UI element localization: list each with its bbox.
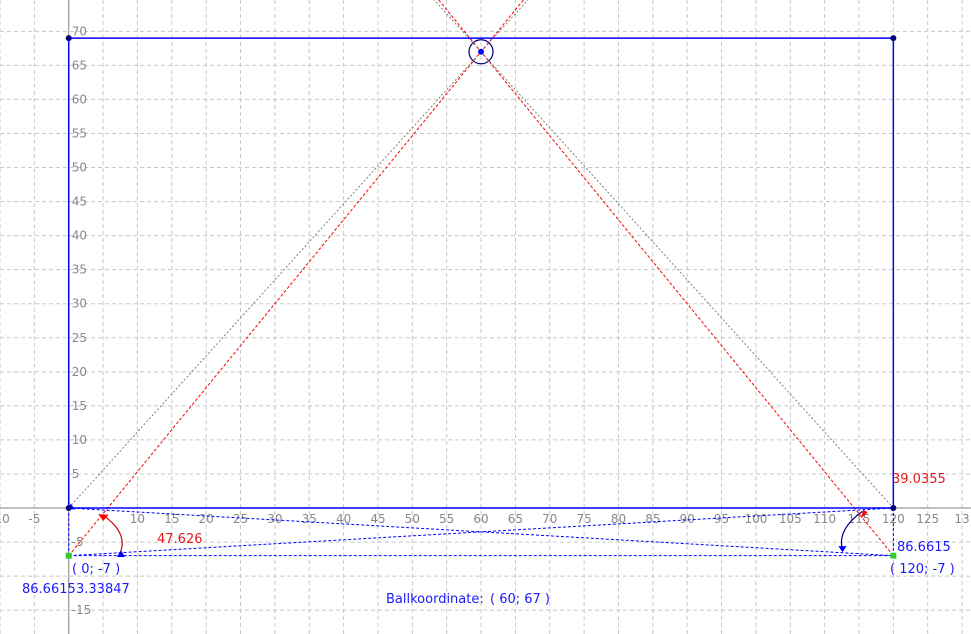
x-tick-label: 85 [645, 512, 660, 526]
angle-right-label: 39.0355 [892, 472, 946, 487]
y-tick-label: -5 [72, 535, 84, 549]
x-tick-label: 60 [473, 512, 488, 526]
y-tick-label: 55 [72, 126, 87, 140]
x-tick-label: 75 [576, 512, 591, 526]
x-tick-label: 125 [916, 512, 939, 526]
x-tick-label: 65 [508, 512, 523, 526]
y-tick-label: 25 [72, 331, 87, 345]
y-tick-label: 45 [72, 195, 87, 209]
y-tick-label: 40 [72, 229, 87, 243]
angle-left-label: 47.626 [157, 532, 203, 547]
x-tick-label: 10 [130, 512, 145, 526]
value-right-label: 86.6615 [897, 540, 951, 555]
coord-right-label: ( 120; -7 ) [890, 562, 955, 577]
y-tick-label: 70 [72, 24, 87, 38]
y-tick-label: 30 [72, 297, 87, 311]
x-tick-label: 90 [680, 512, 695, 526]
angle-arrow-right-blue [838, 546, 847, 553]
y-tick-label: 60 [72, 92, 87, 106]
angle-arc-left [104, 515, 123, 558]
ball-center [478, 48, 485, 55]
axes [0, 0, 971, 634]
point-bottom-left [65, 552, 72, 559]
grid [0, 0, 971, 634]
x-tick-label: 110 [813, 512, 836, 526]
x-tick-label: 20 [199, 512, 214, 526]
point-origin [65, 505, 72, 512]
point-top-right [890, 35, 897, 42]
point-bottom-right [890, 552, 897, 559]
x-tick-label: -5 [28, 512, 40, 526]
x-tick-label: 30 [267, 512, 282, 526]
gray-dashed-line [68, 0, 529, 509]
x-tick-label: 25 [233, 512, 248, 526]
point-top-left [65, 35, 72, 42]
x-tick-label: 70 [542, 512, 557, 526]
y-tick-label: 35 [72, 263, 87, 277]
value-left-label: 86.6615 [22, 582, 76, 597]
x-tick-label: 100 [744, 512, 767, 526]
x-tick-label: 13 [954, 512, 969, 526]
y-tick-label: 10 [72, 433, 87, 447]
y-tick-label: 5 [72, 467, 80, 481]
y-tick-label: 20 [72, 365, 87, 379]
y-tick-label: 15 [72, 399, 87, 413]
x-tick-label: 50 [405, 512, 420, 526]
ball-coords: ( 60; 67 ) [490, 592, 550, 607]
x-tick-label: 35 [302, 512, 317, 526]
value-left-second-label: 3.33847 [76, 582, 130, 597]
y-tick-label: 50 [72, 161, 87, 175]
angle-arrow-left-blue [116, 550, 126, 558]
geometry-canvas[interactable]: -10-510152025303540455055606570758085909… [0, 0, 971, 634]
coord-left-label: ( 0; -7 ) [72, 562, 120, 577]
point-right-base [890, 505, 897, 512]
y-tick-label: 65 [72, 58, 87, 72]
ball-caption: Ballkoordinate: [386, 592, 484, 607]
x-tick-label: 55 [439, 512, 454, 526]
y-tick-labels: 70 65 60 55 50 45 40 35 30 25 20 15 10 5 -5 -15 [72, 24, 92, 617]
x-tick-label: 45 [370, 512, 385, 526]
gray-dashed-line [433, 0, 894, 509]
x-tick-label: 95 [714, 512, 729, 526]
y-tick-label: -15 [72, 603, 92, 617]
x-tick-labels: -10-510152025303540455055606570758085909… [0, 512, 970, 526]
x-tick-label: -10 [0, 512, 10, 526]
